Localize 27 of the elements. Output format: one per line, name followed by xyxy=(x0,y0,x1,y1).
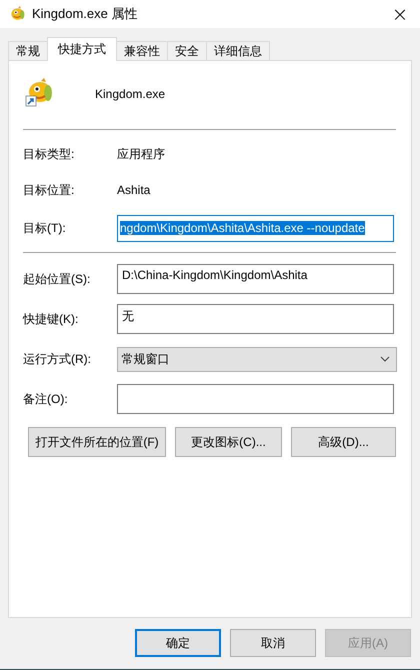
run-mode-dropdown[interactable]: 常规窗口 xyxy=(116,346,397,372)
dialog-button[interactable]: 取消 xyxy=(230,629,316,657)
action-button[interactable]: 高级(D)... xyxy=(291,427,396,457)
file-name: Kingdom.exe xyxy=(95,87,166,101)
input-field[interactable] xyxy=(117,384,394,414)
tab[interactable]: 详细信息 xyxy=(206,41,270,61)
tab[interactable]: 快捷方式 xyxy=(47,37,117,61)
field-value: Ashita xyxy=(117,183,150,197)
field-label: 目标位置: xyxy=(23,182,76,198)
dialog-button[interactable]: 确定 xyxy=(135,629,221,657)
action-button[interactable]: 更改图标(C)... xyxy=(175,427,282,457)
app-icon xyxy=(23,76,55,108)
field-label: 备注(O): xyxy=(23,390,69,408)
action-button[interactable]: 打开文件所在的位置(F) xyxy=(28,427,166,457)
field-label: 目标类型: xyxy=(23,146,76,162)
target-field[interactable]: ngdom\Kingdom\Ashita\Ashita.exe --noupdate xyxy=(117,214,394,242)
input-field[interactable]: D:\China-Kingdom\Kingdom\Ashita xyxy=(117,264,394,294)
input-field[interactable]: 无 xyxy=(117,304,394,334)
field-value: 应用程序 xyxy=(117,146,165,162)
field-label: 运行方式(R): xyxy=(23,350,92,368)
chevron-down-icon xyxy=(380,356,390,362)
field-label: 目标(T): xyxy=(23,220,67,236)
tab[interactable]: 常规 xyxy=(8,41,48,61)
field-label: 快捷键(K): xyxy=(23,310,80,328)
close-button[interactable]: × xyxy=(380,0,420,28)
window-title: Kingdom.exe 属性 xyxy=(32,5,138,23)
field-label: 起始位置(S): xyxy=(23,270,92,288)
